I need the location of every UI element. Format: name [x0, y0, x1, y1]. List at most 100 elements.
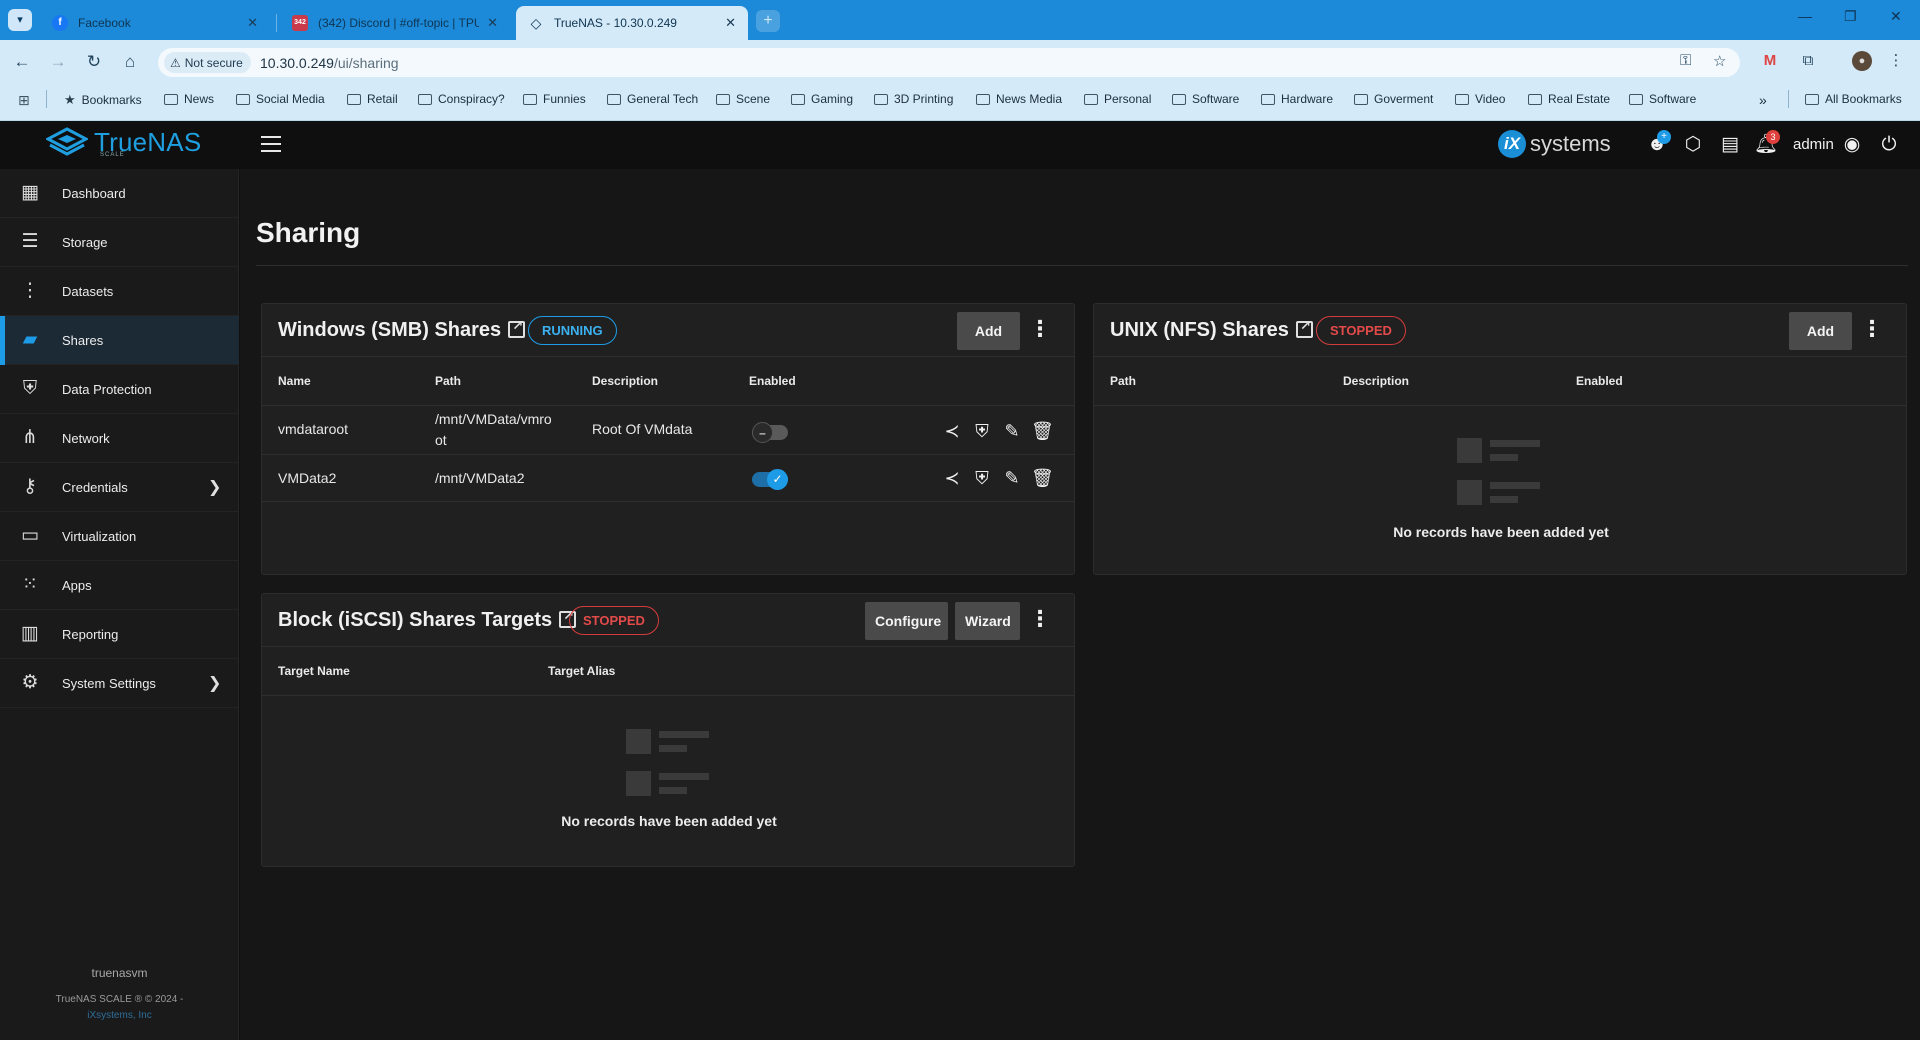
power-icon[interactable]: ⏻: [1877, 133, 1901, 157]
column-header[interactable]: Description: [592, 374, 658, 388]
column-header[interactable]: Path: [1110, 374, 1136, 388]
table-row[interactable]: VMData2 /mnt/VMData2 ✓ ≺ ⛨ ✎ 🗑︎: [262, 455, 1074, 502]
column-header[interactable]: Path: [435, 374, 461, 388]
share-path-line: ot: [435, 432, 447, 448]
add-smb-button[interactable]: Add: [957, 312, 1020, 350]
open-in-new-icon[interactable]: [1295, 318, 1313, 338]
column-header[interactable]: Enabled: [1576, 374, 1623, 388]
card-title[interactable]: Windows (SMB) Shares: [278, 318, 526, 342]
add-nfs-button[interactable]: Add: [1789, 312, 1852, 350]
column-header[interactable]: Description: [1343, 374, 1409, 388]
minimize-icon[interactable]: —: [1798, 8, 1812, 24]
bookmark-folder[interactable]: Goverment: [1354, 92, 1433, 106]
share-icon[interactable]: ≺: [941, 467, 963, 489]
sidebar-item-network[interactable]: ⋔ Network: [0, 414, 239, 463]
share-icon[interactable]: ≺: [941, 420, 963, 442]
sidebar-item-reporting[interactable]: ▥ Reporting: [0, 610, 239, 659]
sidebar-item-storage[interactable]: ☰ Storage: [0, 218, 239, 267]
url-text[interactable]: 10.30.0.249/ui/sharing: [260, 55, 399, 71]
close-tab-icon[interactable]: ✕: [487, 15, 498, 31]
tab-search-button[interactable]: ▾: [8, 9, 32, 31]
forward-arrow-icon[interactable]: →: [46, 50, 70, 74]
delete-trash-icon[interactable]: 🗑︎: [1031, 467, 1054, 489]
bookmark-folder[interactable]: Personal: [1084, 92, 1151, 106]
sidebar-item-datasets[interactable]: ⋮ Datasets: [0, 267, 239, 316]
user-name[interactable]: admin: [1793, 136, 1834, 153]
bookmark-folder[interactable]: Social Media: [236, 92, 325, 106]
close-tab-icon[interactable]: ✕: [247, 15, 258, 31]
all-bookmarks-folder[interactable]: All Bookmarks: [1805, 92, 1902, 106]
column-header[interactable]: Target Alias: [548, 664, 615, 678]
bookmark-star-icon[interactable]: ☆: [1713, 52, 1726, 70]
more-vert-icon[interactable]: ⋮: [1029, 608, 1051, 631]
configure-button[interactable]: Configure: [865, 602, 948, 640]
bookmark-folder[interactable]: Gaming: [791, 92, 853, 106]
bookmark-folder[interactable]: Conspiracy?: [418, 92, 505, 106]
jobs-clipboard-icon[interactable]: ▤: [1718, 133, 1742, 157]
enabled-toggle[interactable]: –: [752, 422, 788, 443]
more-vert-icon[interactable]: ⋮: [1861, 318, 1883, 341]
reload-icon[interactable]: ↻: [82, 50, 106, 74]
bookmark-folder[interactable]: Scene: [716, 92, 770, 106]
bookmark-bookmarks[interactable]: ★ Bookmarks: [64, 92, 142, 108]
bookmark-folder[interactable]: Funnies: [523, 92, 586, 106]
column-header[interactable]: Name: [278, 374, 311, 388]
ixsystems-link[interactable]: iXsystems, Inc: [0, 1010, 239, 1021]
edit-pencil-icon[interactable]: ✎: [1001, 420, 1023, 442]
sidebar-item-credentials[interactable]: ⚷ Credentials ❯: [0, 463, 239, 512]
edit-pencil-icon[interactable]: ✎: [1001, 467, 1023, 489]
close-window-icon[interactable]: ✕: [1890, 8, 1902, 25]
close-tab-icon[interactable]: ✕: [725, 15, 736, 31]
column-header[interactable]: Enabled: [749, 374, 796, 388]
column-header[interactable]: Target Name: [278, 664, 350, 678]
bookmark-folder[interactable]: News: [164, 92, 214, 106]
back-arrow-icon[interactable]: ←: [10, 50, 34, 74]
gmail-extension-icon[interactable]: M: [1760, 51, 1780, 71]
sidebar-item-shares[interactable]: ▰ Shares: [0, 316, 239, 365]
home-icon[interactable]: ⌂: [118, 50, 142, 74]
bookmark-folder[interactable]: 3D Printing: [874, 92, 953, 106]
bookmark-folder[interactable]: Software: [1629, 92, 1696, 106]
bookmark-folder[interactable]: General Tech: [607, 92, 698, 106]
sidebar-item-virtualization[interactable]: ▭ Virtualization: [0, 512, 239, 561]
status-badge[interactable]: STOPPED: [1316, 316, 1406, 345]
truecommand-icon[interactable]: ⬡: [1681, 133, 1705, 157]
restore-icon[interactable]: ❐: [1844, 8, 1857, 25]
card-title[interactable]: UNIX (NFS) Shares: [1110, 318, 1313, 342]
open-in-new-icon[interactable]: [508, 318, 526, 338]
enabled-toggle[interactable]: ✓: [752, 469, 788, 490]
tab-facebook[interactable]: f Facebook ✕: [40, 6, 270, 40]
tab-truenas[interactable]: ◇ TrueNAS - 10.30.0.249 ✕: [516, 6, 748, 40]
bookmark-folder[interactable]: News Media: [976, 92, 1062, 106]
sidebar-item-apps[interactable]: ⁙ Apps: [0, 561, 239, 610]
more-vert-icon[interactable]: ⋮: [1029, 318, 1051, 341]
bookmark-folder[interactable]: Real Estate: [1528, 92, 1610, 106]
wizard-button[interactable]: Wizard: [955, 602, 1020, 640]
sidebar-item-data-protection[interactable]: ⛨ Data Protection: [0, 365, 239, 414]
bookmark-folder[interactable]: Retail: [347, 92, 398, 106]
card-title[interactable]: Block (iSCSI) Shares Targets: [278, 608, 577, 632]
bookmark-folder[interactable]: Software: [1172, 92, 1239, 106]
security-chip[interactable]: ⚠ Not secure: [164, 52, 251, 73]
browser-menu-icon[interactable]: ⋮: [1886, 51, 1906, 71]
extensions-puzzle-icon[interactable]: ⧉: [1798, 51, 1818, 71]
account-circle-icon[interactable]: ◉: [1840, 133, 1864, 157]
profile-avatar-icon[interactable]: ●: [1852, 51, 1872, 71]
sidebar-item-dashboard[interactable]: ▦ Dashboard: [0, 169, 239, 218]
new-tab-button[interactable]: +: [756, 10, 780, 32]
status-badge[interactable]: RUNNING: [528, 316, 617, 345]
security-shield-icon[interactable]: ⛨: [971, 467, 993, 489]
delete-trash-icon[interactable]: 🗑︎: [1031, 420, 1054, 442]
bookmark-folder[interactable]: Video: [1455, 92, 1505, 106]
hamburger-menu-icon[interactable]: [261, 136, 281, 152]
bookmarks-overflow-icon[interactable]: »: [1759, 92, 1767, 108]
bookmark-folder[interactable]: Hardware: [1261, 92, 1333, 106]
password-key-icon[interactable]: ⚿: [1680, 52, 1691, 69]
ixsystems-logo[interactable]: iX systems: [1498, 130, 1611, 158]
table-row[interactable]: vmdataroot /mnt/VMData/vmro ot Root Of VM…: [262, 406, 1074, 455]
sidebar-item-system-settings[interactable]: ⚙ System Settings ❯: [0, 659, 239, 708]
tab-discord[interactable]: 342 (342) Discord | #off-topic | TPU ✕: [280, 6, 510, 40]
apps-grid-icon[interactable]: ⊞: [18, 92, 30, 109]
status-badge[interactable]: STOPPED: [569, 606, 659, 635]
security-shield-icon[interactable]: ⛨: [971, 420, 993, 442]
